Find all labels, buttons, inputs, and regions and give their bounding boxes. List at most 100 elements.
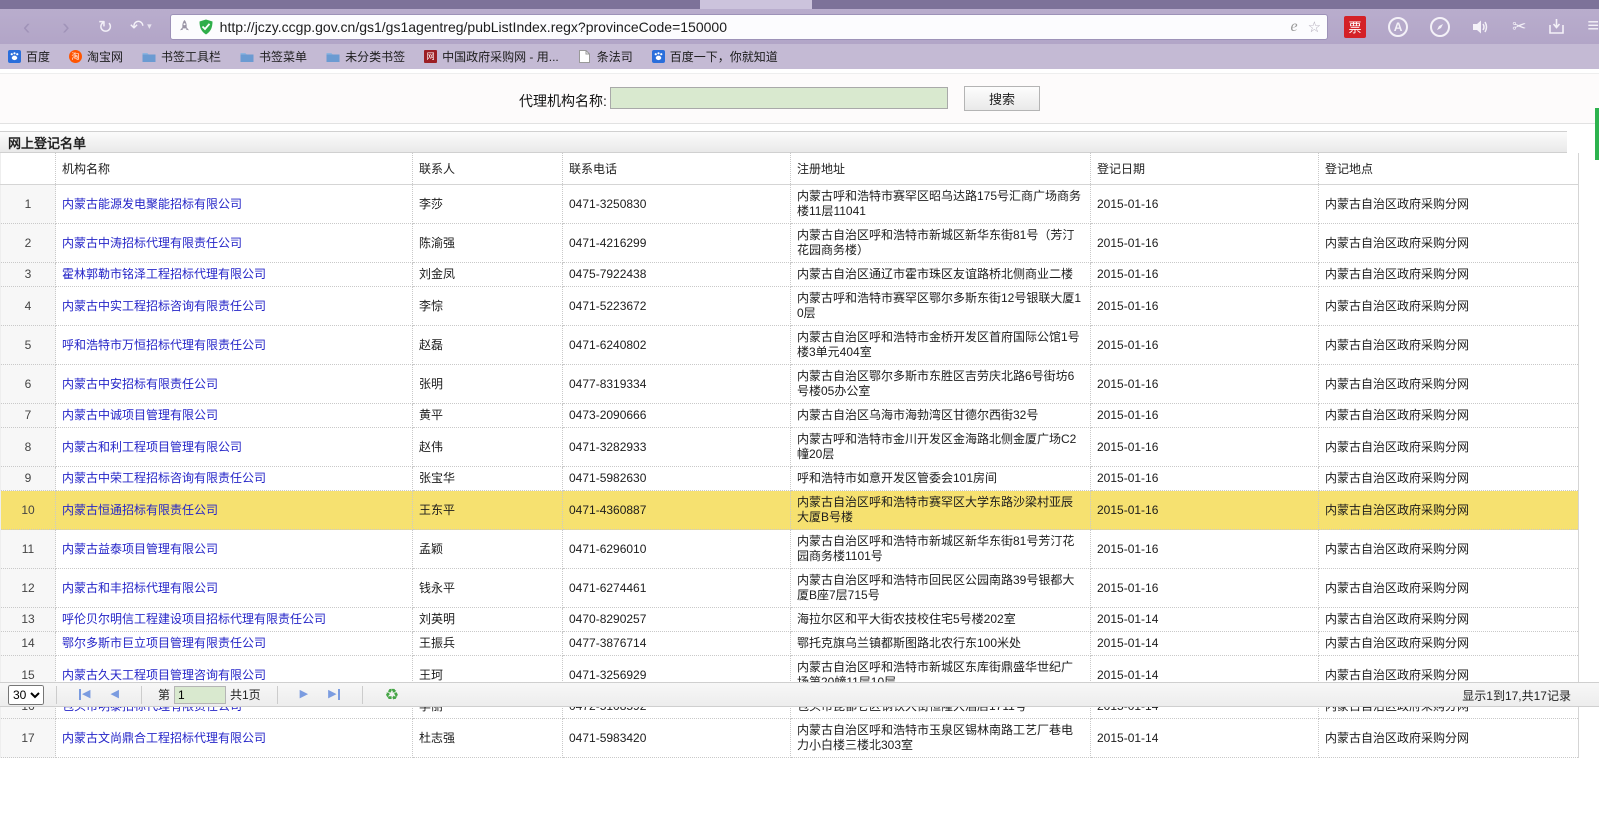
table-row[interactable]: 3 霍林郭勒市铭泽工程招标代理有限公司 刘金凤 0475-7922438 内蒙古… — [1, 263, 1579, 287]
phone-cell: 0477-3876714 — [563, 632, 791, 656]
table-row[interactable]: 2 内蒙古中涛招标代理有限责任公司 陈渝强 0471-4216299 内蒙古自治… — [1, 224, 1579, 263]
divider — [362, 686, 363, 704]
date-cell: 2015-01-16 — [1091, 365, 1319, 404]
header-phone: 联系电话 — [563, 153, 791, 185]
org-name-link[interactable]: 霍林郭勒市铭泽工程招标代理有限公司 — [62, 267, 266, 281]
baidu-paw-icon — [8, 50, 21, 63]
security-shield-icon[interactable] — [198, 19, 214, 35]
org-name-link[interactable]: 内蒙古恒通招标有限责任公司 — [62, 503, 218, 517]
ie-view-icon[interactable]: e — [1291, 18, 1298, 36]
hamburger-menu-icon[interactable]: ≡ — [1587, 15, 1599, 38]
bookmark-item-taobao[interactable]: 淘 淘宝网 — [69, 48, 123, 65]
letter-a-extension-icon[interactable]: A — [1388, 17, 1408, 37]
phone-cell: 0471-3250830 — [563, 185, 791, 224]
org-name-link[interactable]: 内蒙古文尚鼎合工程招标代理有限公司 — [62, 731, 266, 745]
first-page-icon[interactable]: ◀ — [79, 689, 90, 700]
url-text[interactable]: http://jczy.ccgp.gov.cn/gs1/gs1agentreg/… — [220, 19, 1291, 35]
recent-history-button[interactable]: ↶ ▾ — [130, 18, 152, 35]
bookmark-item-unsorted-folder[interactable]: 未分类书签 — [326, 48, 405, 65]
scrollbar-thumb[interactable] — [1595, 108, 1599, 160]
table-row[interactable]: 6 内蒙古中安招标有限责任公司 张明 0477-8319334 内蒙古自治区鄂尔… — [1, 365, 1579, 404]
search-button[interactable]: 搜索 — [964, 86, 1040, 111]
table-row[interactable]: 10 内蒙古恒通招标有限责任公司 王东平 0471-4360887 内蒙古自治区… — [1, 491, 1579, 530]
table-row[interactable]: 9 内蒙古中荣工程招标咨询有限责任公司 张宝华 0471-5982630 呼和浩… — [1, 467, 1579, 491]
bookmark-item-tiaofasi[interactable]: 条法司 — [578, 48, 633, 65]
row-number: 11 — [1, 530, 56, 569]
table-row[interactable]: 13 呼伦贝尔明信工程建设项目招标代理有限责任公司 刘英明 0470-82902… — [1, 608, 1579, 632]
page-size-select[interactable]: 30 — [8, 685, 44, 705]
next-page-icon[interactable]: ▶ — [300, 689, 308, 700]
prev-page-icon[interactable]: ◀ — [110, 689, 118, 700]
chevron-down-icon: ▾ — [147, 21, 152, 32]
forward-icon[interactable]: › — [53, 16, 78, 38]
browser-tab[interactable] — [700, 0, 812, 9]
location-cell: 内蒙古自治区政府采购分网 — [1319, 326, 1579, 365]
table-row[interactable]: 4 内蒙古中实工程招标咨询有限责任公司 李悰 0471-5223672 内蒙古呼… — [1, 287, 1579, 326]
table-row[interactable]: 1 内蒙古能源发电聚能招标有限公司 李莎 0471-3250830 内蒙古呼和浩… — [1, 185, 1579, 224]
table-row[interactable]: 5 呼和浩特市万恒招标代理有限责任公司 赵磊 0471-6240802 内蒙古自… — [1, 326, 1579, 365]
bookmark-item-menu-folder[interactable]: 书签菜单 — [240, 48, 307, 65]
org-name-link[interactable]: 内蒙古久天工程项目管理咨询有限公司 — [62, 668, 266, 682]
date-cell: 2015-01-16 — [1091, 185, 1319, 224]
piao-extension-icon[interactable]: 票 — [1344, 16, 1366, 38]
table-row[interactable]: 12 内蒙古和丰招标代理有限公司 钱永平 0471-6274461 内蒙古自治区… — [1, 569, 1579, 608]
date-cell: 2015-01-16 — [1091, 530, 1319, 569]
date-cell: 2015-01-16 — [1091, 491, 1319, 530]
section-title-bar: 网上登记名单 — [0, 131, 1567, 153]
table-row[interactable]: 8 内蒙古和利工程项目管理有限公司 赵伟 0471-3282933 内蒙古呼和浩… — [1, 428, 1579, 467]
bookmark-item-ccgp[interactable]: 网 中国政府采购网 - 用... — [424, 48, 559, 65]
address-cell: 海拉尔区和平大街农技校住宅5号楼202室 — [791, 608, 1091, 632]
address-cell: 内蒙古自治区呼和浩特市赛罕区大学东路沙梁村亚辰大厦B号楼 — [791, 491, 1091, 530]
phone-cell: 0471-6274461 — [563, 569, 791, 608]
org-name-link[interactable]: 呼和浩特市万恒招标代理有限责任公司 — [62, 338, 266, 352]
reload-grid-icon[interactable]: ♻ — [385, 685, 399, 705]
table-header-row: 机构名称 联系人 联系电话 注册地址 登记日期 登记地点 — [1, 153, 1579, 185]
table-row[interactable]: 11 内蒙古益泰项目管理有限公司 孟颖 0471-6296010 内蒙古自治区呼… — [1, 530, 1579, 569]
location-cell: 内蒙古自治区政府采购分网 — [1319, 467, 1579, 491]
contact-cell: 孟颖 — [413, 530, 563, 569]
ccgp-site-icon: 网 — [424, 50, 437, 63]
page-number-input[interactable] — [174, 686, 226, 704]
folder-icon — [240, 50, 254, 64]
address-cell: 内蒙古自治区呼和浩特市回民区公园南路39号银都大厦B座7层715号 — [791, 569, 1091, 608]
org-name-link[interactable]: 内蒙古中安招标有限责任公司 — [62, 377, 218, 391]
org-name-link[interactable]: 内蒙古益泰项目管理有限公司 — [62, 542, 218, 556]
org-name-link[interactable]: 内蒙古和丰招标代理有限公司 — [62, 581, 218, 595]
url-bar[interactable]: http://jczy.ccgp.gov.cn/gs1/gs1agentreg/… — [170, 14, 1328, 40]
phone-cell: 0471-4360887 — [563, 491, 791, 530]
bookmark-label: 淘宝网 — [87, 48, 123, 65]
row-number: 1 — [1, 185, 56, 224]
org-name-link[interactable]: 内蒙古能源发电聚能招标有限公司 — [62, 197, 242, 211]
refresh-icon[interactable]: ↻ — [93, 18, 118, 36]
agency-name-input[interactable] — [610, 87, 948, 109]
compass-icon[interactable] — [1430, 17, 1450, 37]
org-name-link[interactable]: 内蒙古中实工程招标咨询有限责任公司 — [62, 299, 266, 313]
location-cell: 内蒙古自治区政府采购分网 — [1319, 569, 1579, 608]
table-row[interactable]: 17 内蒙古文尚鼎合工程招标代理有限公司 杜志强 0471-5983420 内蒙… — [1, 719, 1579, 758]
address-cell: 内蒙古自治区呼和浩特市金桥开发区首府国际公馆1号楼3单元404室 — [791, 326, 1091, 365]
org-name-link[interactable]: 内蒙古和利工程项目管理有限公司 — [62, 440, 242, 454]
table-row[interactable]: 14 鄂尔多斯市巨立项目管理有限责任公司 王振兵 0477-3876714 鄂托… — [1, 632, 1579, 656]
org-name-link[interactable]: 鄂尔多斯市巨立项目管理有限责任公司 — [62, 636, 266, 650]
back-icon[interactable]: ‹ — [14, 16, 39, 38]
table-row[interactable]: 7 内蒙古中诚项目管理有限公司 黄平 0473-2090666 内蒙古自治区乌海… — [1, 404, 1579, 428]
last-page-icon[interactable]: ▶ — [328, 689, 339, 700]
speaker-icon[interactable] — [1472, 19, 1490, 35]
bookmark-item-baidu[interactable]: 百度 — [8, 48, 50, 65]
org-name-link[interactable]: 呼伦贝尔明信工程建设项目招标代理有限责任公司 — [62, 612, 326, 626]
org-name-link[interactable]: 内蒙古中诚项目管理有限公司 — [62, 408, 218, 422]
bookmark-item-baidu2[interactable]: 百度一下，你就知道 — [652, 48, 778, 65]
bookmark-item-toolbar-folder[interactable]: 书签工具栏 — [142, 48, 221, 65]
location-cell: 内蒙古自治区政府采购分网 — [1319, 404, 1579, 428]
address-cell: 内蒙古呼和浩特市金川开发区金海路北侧金厦广场C2幢20层 — [791, 428, 1091, 467]
scissors-icon[interactable]: ✂ — [1512, 18, 1526, 35]
bookmark-star-icon[interactable]: ☆ — [1308, 18, 1321, 36]
org-name-link[interactable]: 内蒙古中荣工程招标咨询有限责任公司 — [62, 471, 266, 485]
date-cell: 2015-01-16 — [1091, 263, 1319, 287]
browser-toolbar: ‹ › ↻ ↶ ▾ http://jczy.ccgp.gov.cn/gs1/gs… — [0, 9, 1599, 44]
org-name-link[interactable]: 内蒙古中涛招标代理有限责任公司 — [62, 236, 242, 250]
site-identity-rocket-icon[interactable] — [177, 19, 192, 34]
phone-cell: 0471-3282933 — [563, 428, 791, 467]
location-cell: 内蒙古自治区政府采购分网 — [1319, 224, 1579, 263]
download-icon[interactable] — [1548, 18, 1565, 35]
